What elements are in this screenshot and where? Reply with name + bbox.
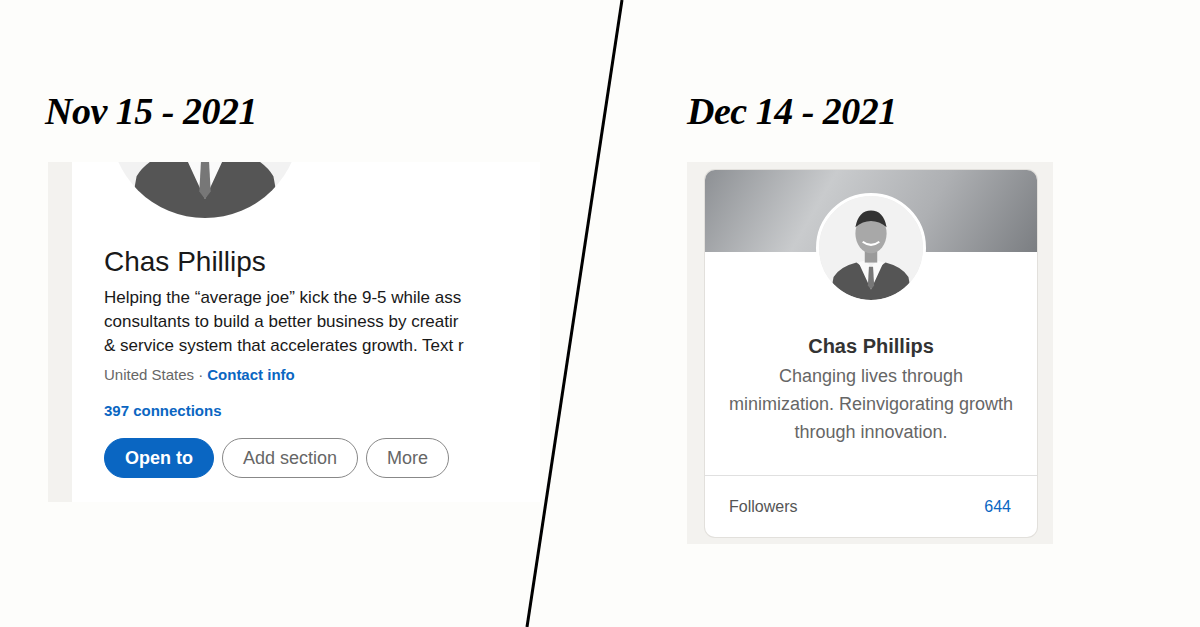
comparison-row: Nov 15 - 2021 Chas Phillips Helping the “a… (0, 0, 1200, 544)
after-panel: Dec 14 - 2021 Chas Phillips Changing lives… (687, 0, 1200, 544)
before-panel: Nov 15 - 2021 Chas Phillips Helping the “a… (0, 0, 687, 544)
headline-line: consultants to build a better business b… (104, 310, 540, 334)
profile-location-row: United States ·Contact info (104, 364, 540, 386)
before-profile-frame: Chas Phillips Helping the “average joe” k… (48, 162, 540, 502)
profile-headline: Changing lives through minimization. Rei… (705, 362, 1037, 475)
profile-location: United States · (104, 364, 203, 386)
contact-info-link[interactable]: Contact info (207, 364, 295, 386)
headline-line: & service system that accelerates growth… (104, 334, 540, 358)
profile-action-button[interactable]: Open to (104, 438, 214, 478)
profile-action-button[interactable]: More (366, 438, 449, 478)
followers-row[interactable]: Followers 644 (705, 475, 1037, 537)
headline-line: Helping the “average joe” kick the 9-5 w… (104, 286, 540, 310)
profile-photo-icon (110, 162, 300, 218)
before-avatar[interactable] (110, 162, 310, 218)
profile-actions: Open toAdd sectionMore (104, 438, 540, 478)
before-date: Nov 15 - 2021 (45, 88, 687, 134)
before-profile-card: Chas Phillips Helping the “average joe” k… (72, 162, 540, 502)
after-profile-frame: Chas Phillips Changing lives through mini… (687, 162, 1053, 544)
after-avatar[interactable] (816, 193, 926, 303)
comparison-page: Nov 15 - 2021 Chas Phillips Helping the “a… (0, 0, 1200, 627)
divider-line (0, 0, 1200, 627)
after-profile-card: Chas Phillips Changing lives through mini… (705, 170, 1037, 537)
connections-link[interactable]: 397 connections (104, 400, 540, 422)
profile-action-button[interactable]: Add section (222, 438, 358, 478)
profile-headline: Helping the “average joe” kick the 9-5 w… (104, 286, 540, 358)
profile-name: Chas Phillips (104, 245, 540, 279)
after-date: Dec 14 - 2021 (687, 88, 1200, 134)
followers-label: Followers (729, 495, 797, 519)
followers-count: 644 (984, 495, 1011, 519)
profile-photo-icon (819, 196, 923, 300)
profile-name: Chas Phillips (705, 333, 1037, 359)
